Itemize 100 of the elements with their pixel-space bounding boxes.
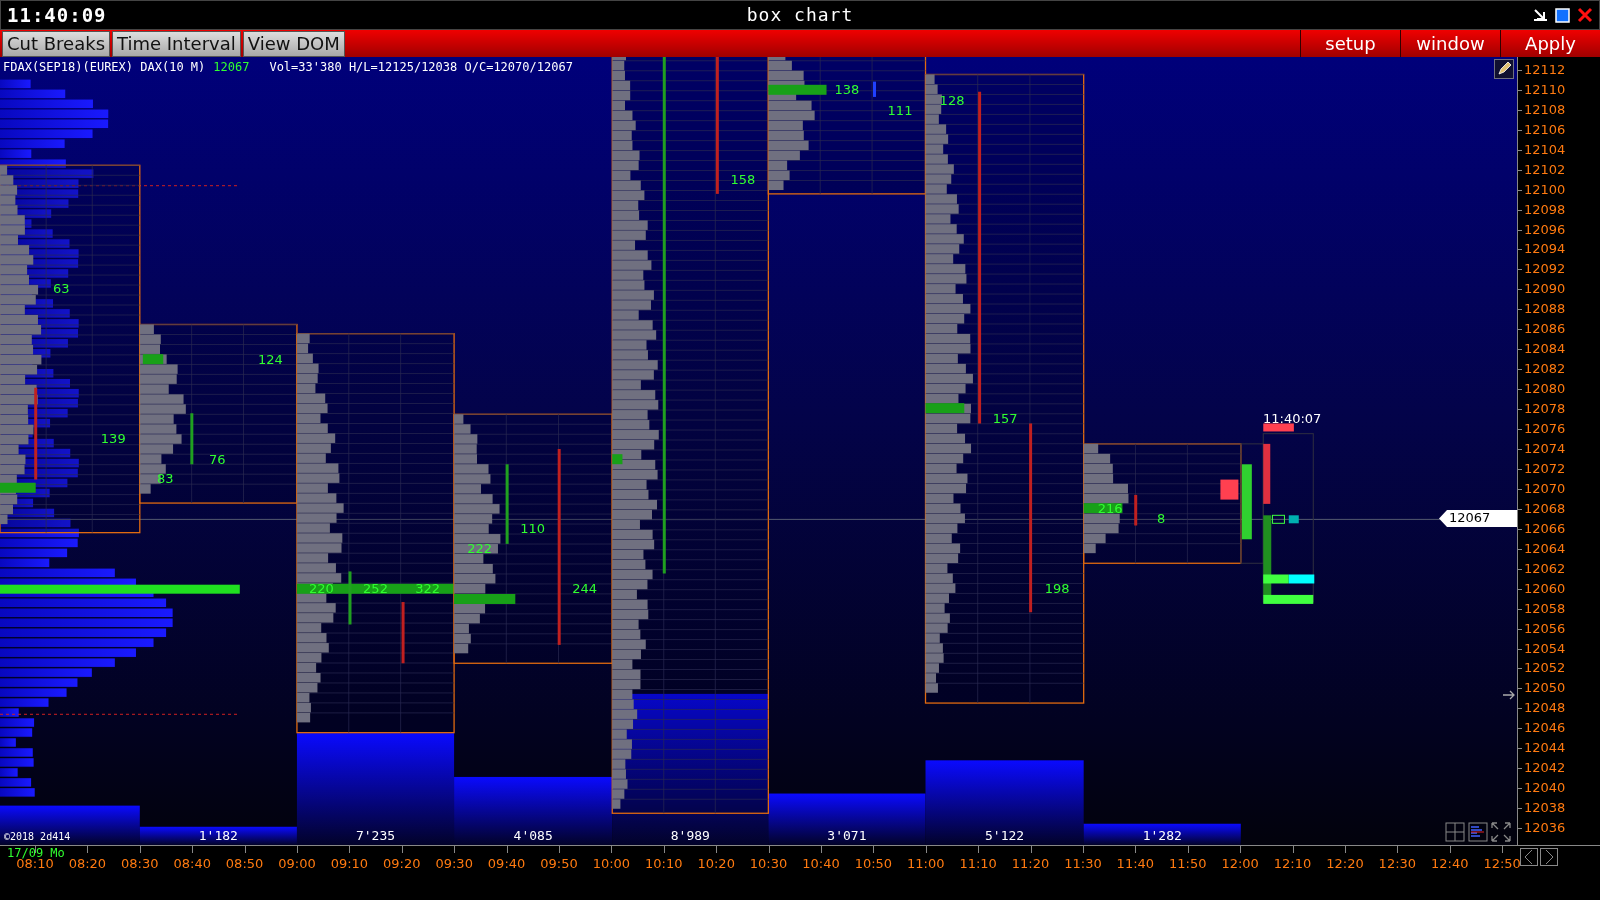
poc-value: 220 (309, 580, 334, 596)
close-icon[interactable] (1577, 6, 1593, 23)
poc-value: 63 (52, 280, 70, 296)
price-label: 12036 (1524, 820, 1566, 837)
time-label: 09:10 (330, 855, 369, 871)
time-label: 12:20 (1326, 855, 1364, 871)
time-label: 11:30 (1064, 855, 1102, 871)
time-label: 11:50 (1169, 855, 1207, 871)
price-label: 12084 (1524, 341, 1566, 358)
price-label: 12060 (1524, 580, 1566, 597)
price-label: 12094 (1524, 241, 1566, 258)
poc-value: 244 (572, 580, 598, 596)
price-label: 12110 (1524, 81, 1566, 98)
volume-label: 1'182 (198, 827, 238, 843)
poc-value: 139 (100, 430, 126, 446)
time-label: 12:50 (1483, 855, 1521, 871)
time-label: 10:40 (802, 855, 840, 871)
price-label: 12092 (1524, 261, 1566, 278)
last-price: 12067 (213, 59, 250, 74)
time-label: 09:00 (278, 855, 316, 871)
price-label: 12072 (1524, 460, 1566, 477)
toolbar-button[interactable]: Cut Breaks (2, 30, 110, 57)
time-label: 09:30 (435, 855, 473, 871)
price-label: 12068 (1524, 500, 1566, 517)
price-label: 12098 (1524, 201, 1566, 218)
price-label: 12086 (1524, 321, 1566, 338)
price-label: 12108 (1524, 101, 1566, 118)
price-label: 12070 (1524, 480, 1566, 497)
price-label: 12112 (1524, 61, 1566, 78)
price-label: 12048 (1524, 700, 1566, 717)
grid-icon[interactable] (1445, 821, 1465, 842)
time-label: 11:20 (1011, 855, 1050, 871)
poc-value: 216 (1097, 500, 1123, 516)
clock: 11:40:09 (7, 3, 107, 26)
poc-value: 8 (1157, 510, 1166, 526)
minimize-icon[interactable] (1531, 6, 1549, 23)
time-label: 08:30 (121, 855, 159, 871)
toolbar-button[interactable]: View DOM (242, 30, 345, 57)
poc-value: 124 (258, 351, 283, 367)
price-label: 12064 (1524, 540, 1566, 557)
time-label: 12:30 (1378, 855, 1417, 871)
scroll-left-icon[interactable] (1520, 847, 1538, 866)
price-label: 12100 (1524, 181, 1566, 198)
time-label: 12:10 (1273, 855, 1312, 871)
poc-value: 222 (467, 540, 492, 556)
poc-value: 76 (209, 451, 226, 467)
time-label: 08:20 (68, 855, 107, 871)
price-label: 12082 (1524, 361, 1566, 378)
price-label: 12042 (1524, 760, 1566, 777)
price-label: 12104 (1524, 141, 1566, 158)
price-label: 12038 (1524, 800, 1566, 817)
price-label: 12056 (1524, 620, 1566, 637)
price-label: 12080 (1524, 381, 1566, 398)
price-label: 12074 (1524, 441, 1566, 457)
time-label: 08:50 (225, 855, 264, 871)
poc-value: 157 (992, 410, 1018, 426)
volume-label: 1'282 (1142, 827, 1182, 843)
volume-label: 3'071 (827, 827, 867, 843)
copyright-label: ©2018 2d414 (4, 830, 71, 842)
price-label: 12046 (1524, 720, 1566, 737)
volume-label: 7'235 (355, 827, 396, 843)
price-label: 12066 (1524, 520, 1566, 537)
pencil-icon[interactable] (1494, 58, 1514, 79)
poc-value: 138 (834, 81, 860, 97)
price-label: 12050 (1524, 680, 1566, 697)
scroll-right-icon[interactable] (1540, 847, 1558, 866)
restore-icon[interactable] (1555, 6, 1571, 23)
time-label: 11:00 (907, 855, 945, 871)
window-title: box chart (746, 4, 854, 26)
time-label: 11:40 (1116, 855, 1155, 871)
volume-label: 5'122 (985, 827, 1025, 843)
profile-icon[interactable] (1468, 821, 1488, 842)
price-label: 12102 (1524, 161, 1566, 178)
price-label: 12040 (1524, 780, 1566, 797)
stats-label: Vol=33'380 H/L=12125/12038 O/C=12070/12067 (269, 59, 573, 74)
time-label: 12:40 (1431, 855, 1469, 871)
poc-value: 128 (939, 92, 965, 107)
toolbar-button[interactable]: Time Interval (112, 30, 241, 57)
price-label: 12088 (1524, 301, 1566, 318)
poc-value: 158 (730, 171, 756, 187)
price-label: 12058 (1524, 600, 1566, 617)
price-label: 12054 (1524, 640, 1566, 657)
price-label: 12078 (1524, 401, 1566, 418)
poc-value: 111 (887, 102, 913, 118)
poc-value: 83 (157, 470, 174, 486)
arrow-right-icon[interactable] (1502, 689, 1516, 700)
volume-label: 8'989 (670, 827, 710, 843)
poc-value: 110 (520, 520, 546, 536)
price-label: 12106 (1524, 121, 1566, 138)
time-label: 09:50 (540, 855, 578, 871)
poc-value: 322 (415, 580, 440, 596)
time-label: 10:20 (697, 855, 735, 871)
poc-value: 252 (363, 580, 388, 596)
current-time: 11:40:07 (1263, 410, 1322, 426)
price-label: 12062 (1524, 560, 1566, 577)
expand-icon[interactable] (1491, 821, 1511, 842)
poc-value: 198 (1044, 580, 1070, 596)
time-label: 10:10 (645, 855, 683, 871)
price-label: 12090 (1524, 281, 1566, 298)
time-label: 09:20 (383, 855, 421, 871)
